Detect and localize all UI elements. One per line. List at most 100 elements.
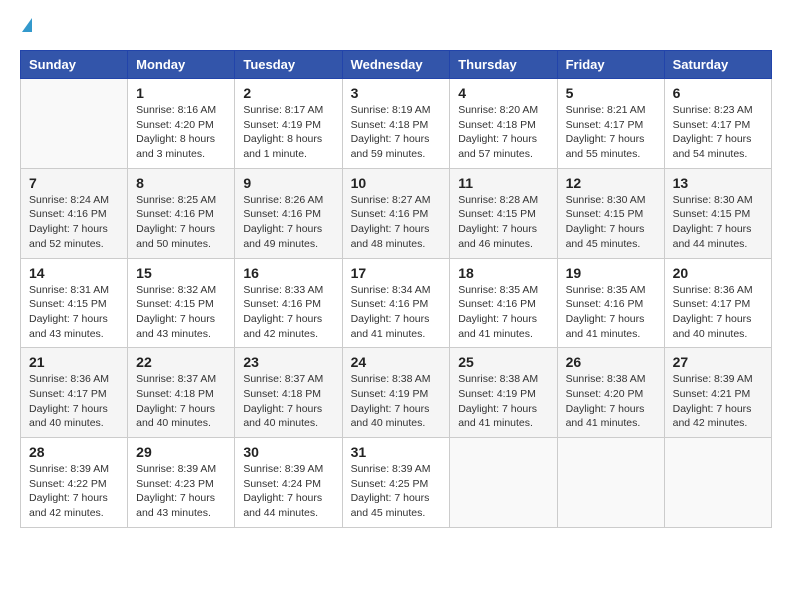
day-number: 30 <box>243 444 333 460</box>
day-info: Sunrise: 8:39 AM Sunset: 4:22 PM Dayligh… <box>29 462 119 521</box>
calendar-week-1: 1 Sunrise: 8:16 AM Sunset: 4:20 PM Daylig… <box>21 79 772 169</box>
day-info: Sunrise: 8:39 AM Sunset: 4:24 PM Dayligh… <box>243 462 333 521</box>
day-info: Sunrise: 8:20 AM Sunset: 4:18 PM Dayligh… <box>458 103 548 162</box>
day-info: Sunrise: 8:21 AM Sunset: 4:17 PM Dayligh… <box>566 103 656 162</box>
calendar-cell: 22 Sunrise: 8:37 AM Sunset: 4:18 PM Dayli… <box>128 348 235 438</box>
calendar-cell: 13 Sunrise: 8:30 AM Sunset: 4:15 PM Dayli… <box>664 168 771 258</box>
day-number: 12 <box>566 175 656 191</box>
day-info: Sunrise: 8:38 AM Sunset: 4:19 PM Dayligh… <box>458 372 548 431</box>
calendar-cell <box>557 438 664 528</box>
column-header-thursday: Thursday <box>450 51 557 79</box>
day-number: 29 <box>136 444 226 460</box>
day-info: Sunrise: 8:34 AM Sunset: 4:16 PM Dayligh… <box>351 283 442 342</box>
day-info: Sunrise: 8:32 AM Sunset: 4:15 PM Dayligh… <box>136 283 226 342</box>
calendar-cell <box>664 438 771 528</box>
calendar-cell: 29 Sunrise: 8:39 AM Sunset: 4:23 PM Dayli… <box>128 438 235 528</box>
calendar-cell: 24Sunrise: 8:38 AM Sunset: 4:19 PM Dayli… <box>342 348 450 438</box>
day-info: Sunrise: 8:23 AM Sunset: 4:17 PM Dayligh… <box>673 103 763 162</box>
day-number: 16 <box>243 265 333 281</box>
day-info: Sunrise: 8:30 AM Sunset: 4:15 PM Dayligh… <box>566 193 656 252</box>
calendar-cell: 4 Sunrise: 8:20 AM Sunset: 4:18 PM Daylig… <box>450 79 557 169</box>
day-number: 1 <box>136 85 226 101</box>
column-header-saturday: Saturday <box>664 51 771 79</box>
calendar-cell: 14 Sunrise: 8:31 AM Sunset: 4:15 PM Dayli… <box>21 258 128 348</box>
day-number: 10 <box>351 175 442 191</box>
page-header <box>20 20 772 34</box>
day-number: 21 <box>29 354 119 370</box>
calendar-cell: 3Sunrise: 8:19 AM Sunset: 4:18 PM Daylig… <box>342 79 450 169</box>
logo-triangle-icon <box>22 18 32 32</box>
day-number: 14 <box>29 265 119 281</box>
calendar-cell: 28 Sunrise: 8:39 AM Sunset: 4:22 PM Dayli… <box>21 438 128 528</box>
calendar-cell: 18 Sunrise: 8:35 AM Sunset: 4:16 PM Dayli… <box>450 258 557 348</box>
calendar-header-row: SundayMondayTuesdayWednesdayThursdayFrid… <box>21 51 772 79</box>
column-header-monday: Monday <box>128 51 235 79</box>
column-header-wednesday: Wednesday <box>342 51 450 79</box>
day-number: 7 <box>29 175 119 191</box>
calendar-cell: 17Sunrise: 8:34 AM Sunset: 4:16 PM Dayli… <box>342 258 450 348</box>
day-info: Sunrise: 8:24 AM Sunset: 4:16 PM Dayligh… <box>29 193 119 252</box>
calendar-cell: 7 Sunrise: 8:24 AM Sunset: 4:16 PM Daylig… <box>21 168 128 258</box>
day-number: 8 <box>136 175 226 191</box>
day-number: 5 <box>566 85 656 101</box>
calendar-cell: 10 Sunrise: 8:27 AM Sunset: 4:16 PM Dayli… <box>342 168 450 258</box>
calendar-table: SundayMondayTuesdayWednesdayThursdayFrid… <box>20 50 772 528</box>
day-info: Sunrise: 8:35 AM Sunset: 4:16 PM Dayligh… <box>458 283 548 342</box>
day-info: Sunrise: 8:35 AM Sunset: 4:16 PM Dayligh… <box>566 283 656 342</box>
day-number: 28 <box>29 444 119 460</box>
day-info: Sunrise: 8:37 AM Sunset: 4:18 PM Dayligh… <box>136 372 226 431</box>
calendar-cell: 15Sunrise: 8:32 AM Sunset: 4:15 PM Dayli… <box>128 258 235 348</box>
day-number: 13 <box>673 175 763 191</box>
day-info: Sunrise: 8:36 AM Sunset: 4:17 PM Dayligh… <box>29 372 119 431</box>
day-info: Sunrise: 8:39 AM Sunset: 4:21 PM Dayligh… <box>673 372 763 431</box>
day-info: Sunrise: 8:26 AM Sunset: 4:16 PM Dayligh… <box>243 193 333 252</box>
day-number: 23 <box>243 354 333 370</box>
column-header-friday: Friday <box>557 51 664 79</box>
calendar-cell: 2 Sunrise: 8:17 AM Sunset: 4:19 PM Daylig… <box>235 79 342 169</box>
calendar-cell: 19 Sunrise: 8:35 AM Sunset: 4:16 PM Dayli… <box>557 258 664 348</box>
calendar-week-3: 14 Sunrise: 8:31 AM Sunset: 4:15 PM Dayli… <box>21 258 772 348</box>
calendar-week-4: 21 Sunrise: 8:36 AM Sunset: 4:17 PM Dayli… <box>21 348 772 438</box>
calendar-cell: 1 Sunrise: 8:16 AM Sunset: 4:20 PM Daylig… <box>128 79 235 169</box>
calendar-cell: 31 Sunrise: 8:39 AM Sunset: 4:25 PM Dayli… <box>342 438 450 528</box>
logo <box>20 20 32 34</box>
calendar-cell: 26 Sunrise: 8:38 AM Sunset: 4:20 PM Dayli… <box>557 348 664 438</box>
day-number: 24 <box>351 354 442 370</box>
day-info: Sunrise: 8:33 AM Sunset: 4:16 PM Dayligh… <box>243 283 333 342</box>
day-info: Sunrise: 8:27 AM Sunset: 4:16 PM Dayligh… <box>351 193 442 252</box>
day-number: 27 <box>673 354 763 370</box>
calendar-cell: 21 Sunrise: 8:36 AM Sunset: 4:17 PM Dayli… <box>21 348 128 438</box>
calendar-cell: 23 Sunrise: 8:37 AM Sunset: 4:18 PM Dayli… <box>235 348 342 438</box>
column-header-sunday: Sunday <box>21 51 128 79</box>
day-number: 22 <box>136 354 226 370</box>
day-info: Sunrise: 8:39 AM Sunset: 4:25 PM Dayligh… <box>351 462 442 521</box>
day-number: 4 <box>458 85 548 101</box>
calendar-cell <box>450 438 557 528</box>
day-info: Sunrise: 8:25 AM Sunset: 4:16 PM Dayligh… <box>136 193 226 252</box>
day-info: Sunrise: 8:39 AM Sunset: 4:23 PM Dayligh… <box>136 462 226 521</box>
day-info: Sunrise: 8:17 AM Sunset: 4:19 PM Dayligh… <box>243 103 333 162</box>
day-info: Sunrise: 8:31 AM Sunset: 4:15 PM Dayligh… <box>29 283 119 342</box>
day-number: 31 <box>351 444 442 460</box>
day-info: Sunrise: 8:28 AM Sunset: 4:15 PM Dayligh… <box>458 193 548 252</box>
calendar-cell: 25 Sunrise: 8:38 AM Sunset: 4:19 PM Dayli… <box>450 348 557 438</box>
calendar-cell: 9Sunrise: 8:26 AM Sunset: 4:16 PM Daylig… <box>235 168 342 258</box>
day-number: 25 <box>458 354 548 370</box>
calendar-cell: 30 Sunrise: 8:39 AM Sunset: 4:24 PM Dayli… <box>235 438 342 528</box>
day-info: Sunrise: 8:30 AM Sunset: 4:15 PM Dayligh… <box>673 193 763 252</box>
day-info: Sunrise: 8:38 AM Sunset: 4:20 PM Dayligh… <box>566 372 656 431</box>
day-info: Sunrise: 8:37 AM Sunset: 4:18 PM Dayligh… <box>243 372 333 431</box>
calendar-cell: 27 Sunrise: 8:39 AM Sunset: 4:21 PM Dayli… <box>664 348 771 438</box>
calendar-week-5: 28 Sunrise: 8:39 AM Sunset: 4:22 PM Dayli… <box>21 438 772 528</box>
calendar-cell <box>21 79 128 169</box>
day-number: 19 <box>566 265 656 281</box>
day-number: 18 <box>458 265 548 281</box>
day-number: 20 <box>673 265 763 281</box>
day-info: Sunrise: 8:16 AM Sunset: 4:20 PM Dayligh… <box>136 103 226 162</box>
calendar-cell: 6Sunrise: 8:23 AM Sunset: 4:17 PM Daylig… <box>664 79 771 169</box>
day-number: 26 <box>566 354 656 370</box>
day-number: 11 <box>458 175 548 191</box>
day-number: 2 <box>243 85 333 101</box>
calendar-cell: 12 Sunrise: 8:30 AM Sunset: 4:15 PM Dayli… <box>557 168 664 258</box>
calendar-cell: 8 Sunrise: 8:25 AM Sunset: 4:16 PM Daylig… <box>128 168 235 258</box>
